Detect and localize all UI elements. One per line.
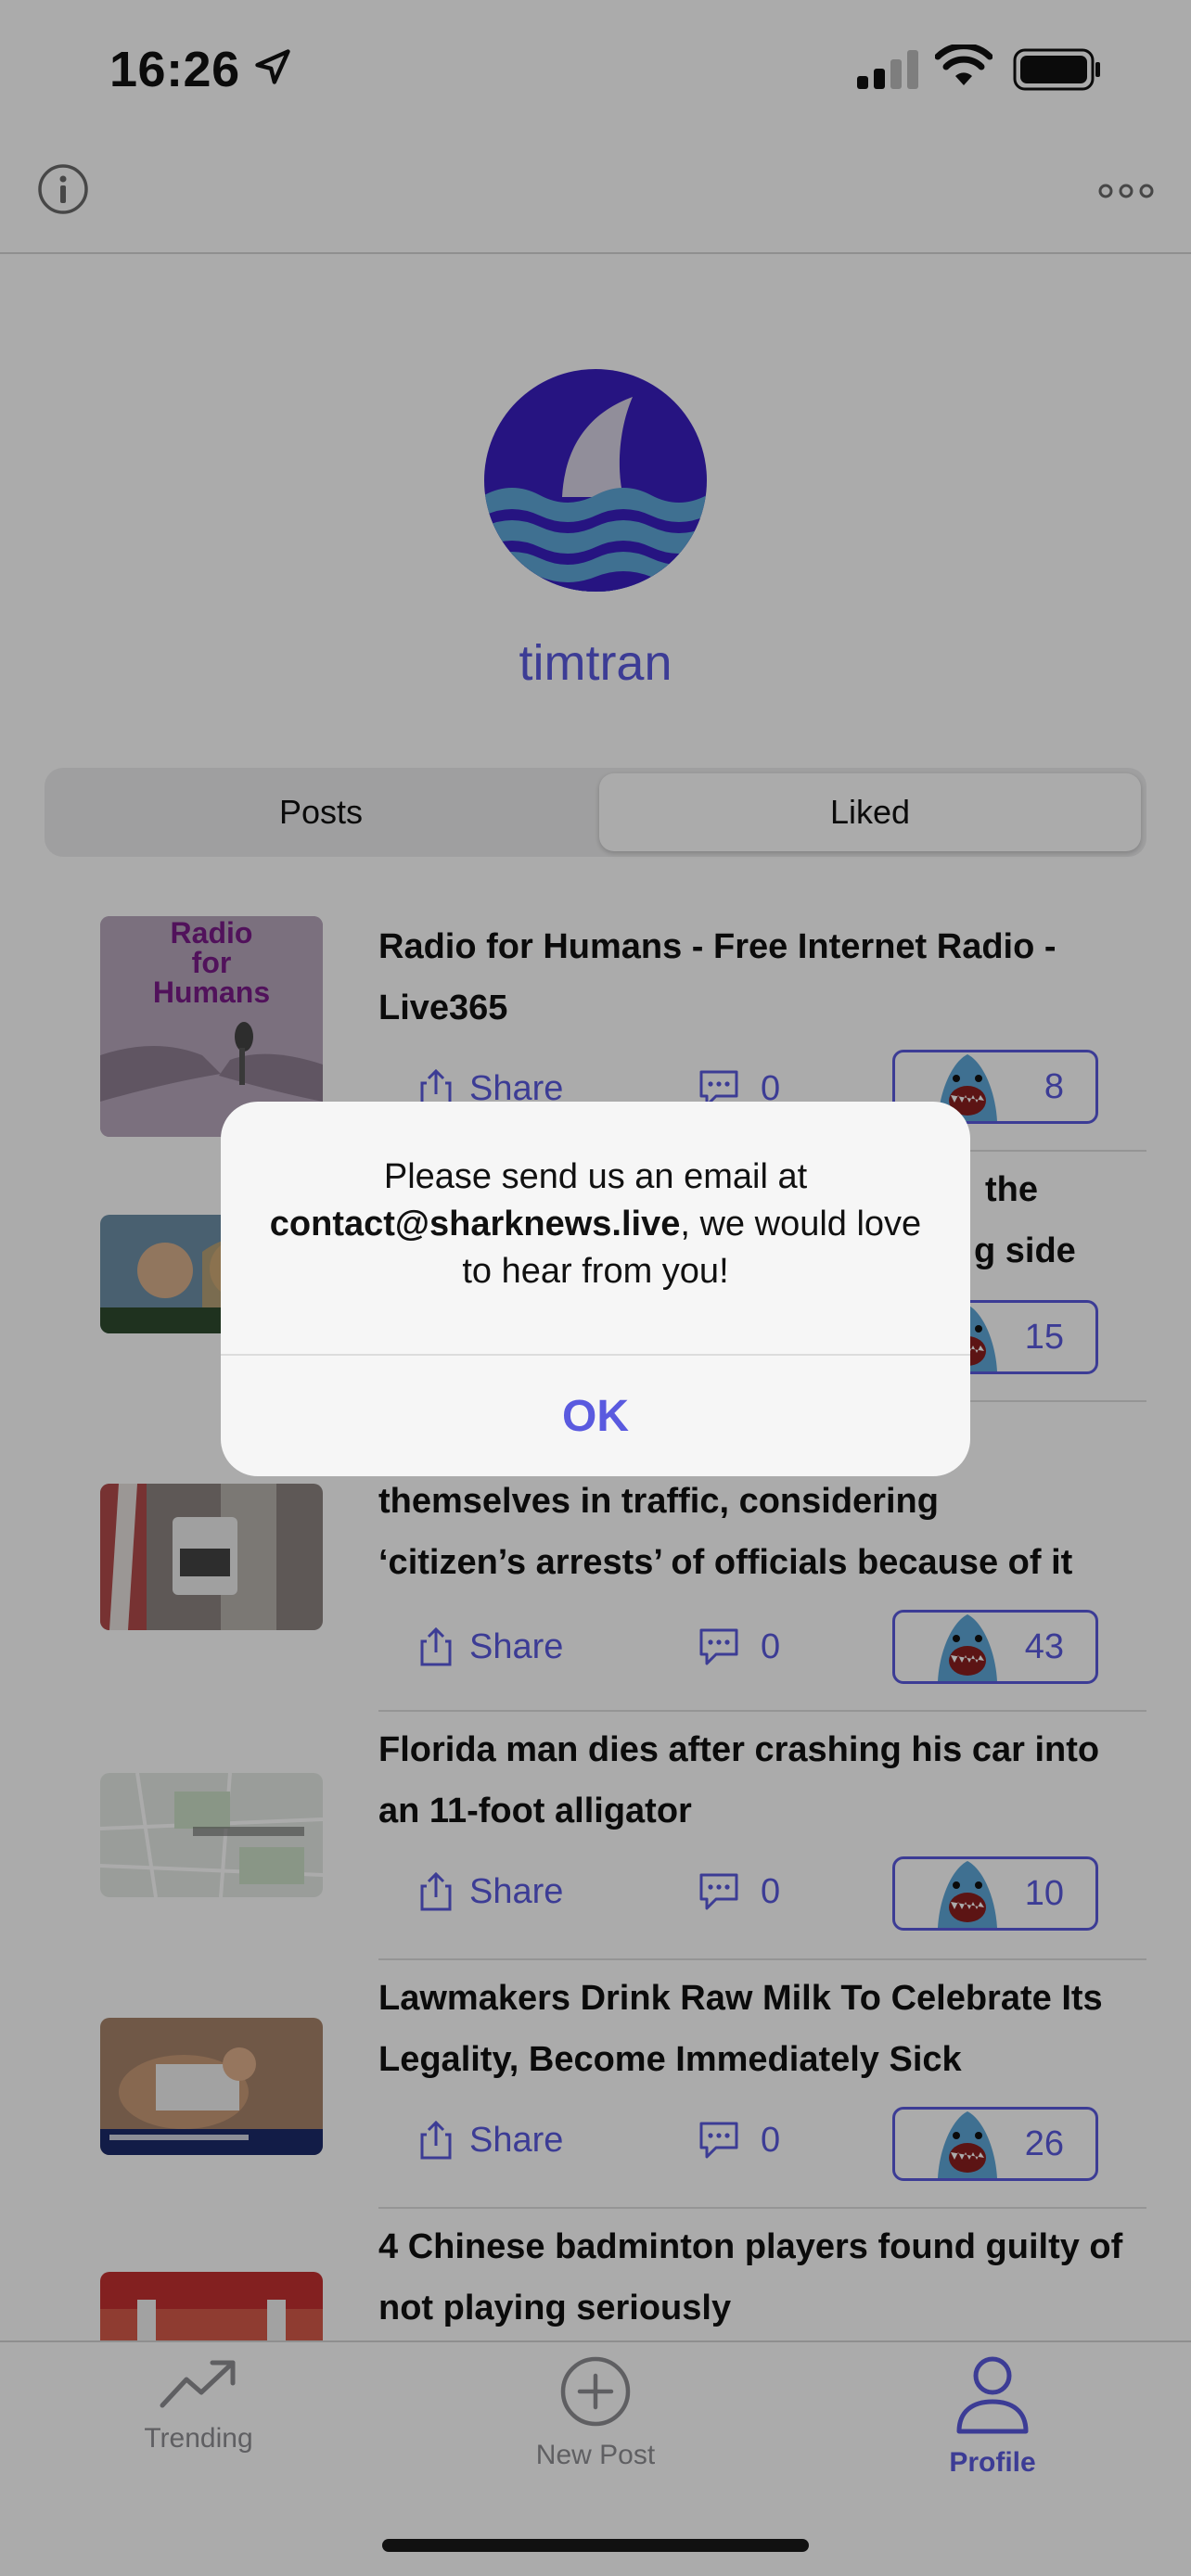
alert-message-prefix: Please send us an email at <box>383 1157 808 1196</box>
alert-email: contact@sharknews.live <box>269 1205 681 1243</box>
ok-button[interactable]: OK <box>221 1356 970 1476</box>
alert-dialog: Please send us an email at contact@shark… <box>221 1102 970 1476</box>
alert-message: Please send us an email at contact@shark… <box>258 1154 933 1295</box>
screen: 16:26 timtran Posts Liked Radio for Huma… <box>0 0 1191 2576</box>
home-indicator[interactable] <box>382 2539 809 2552</box>
